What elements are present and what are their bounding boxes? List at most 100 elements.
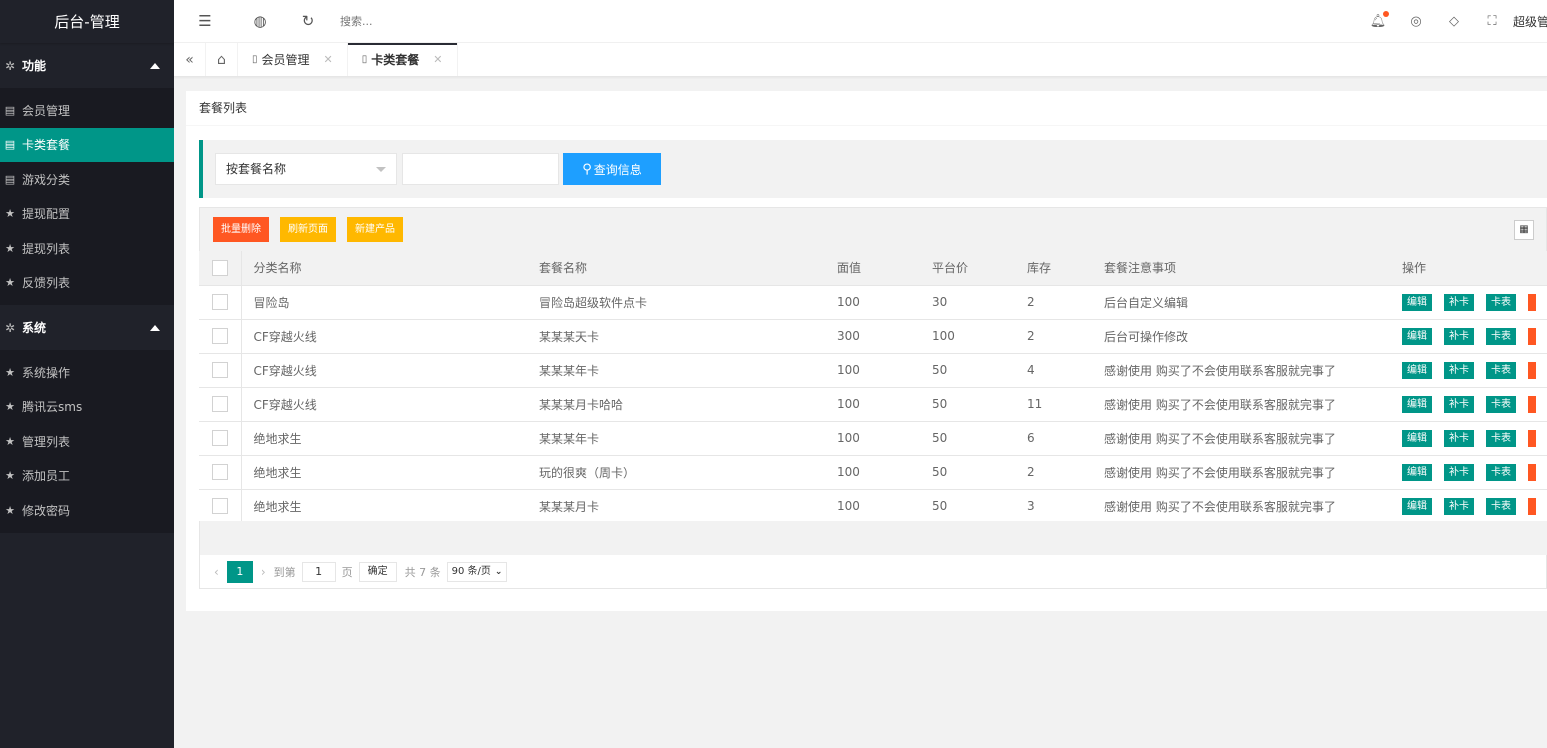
new-product-button[interactable]: 新建产品 bbox=[347, 217, 403, 242]
card-list-button[interactable]: 卡表 bbox=[1486, 395, 1516, 413]
search-field-select[interactable]: 按套餐名称 bbox=[215, 153, 397, 185]
edit-button[interactable]: 编辑 bbox=[1402, 463, 1432, 481]
table-row[interactable]: CF穿越火线 某某某月卡哈哈 100 50 11 感谢使用 购买了不会使用联系客服就完事了… bbox=[199, 387, 1547, 422]
doc-icon: ▤ bbox=[4, 138, 16, 152]
theme-icon[interactable]: ◎ bbox=[1397, 14, 1435, 29]
refresh-page-button[interactable]: 刷新页面 bbox=[280, 217, 336, 242]
delete-button[interactable] bbox=[1528, 327, 1536, 345]
edit-button[interactable]: 编辑 bbox=[1402, 395, 1432, 413]
sidebar-item-label: 修改密码 bbox=[22, 503, 71, 518]
tag-icon[interactable]: ◇ bbox=[1435, 14, 1473, 29]
fullscreen-icon[interactable]: ⛶ bbox=[1473, 14, 1511, 29]
sidebar-item-label: 添加员工 bbox=[22, 469, 71, 484]
table-row[interactable]: 绝地求生 玩的很爽（周卡） 100 50 2 感谢使用 购买了不会使用联系客服就完事了 编辑… bbox=[199, 455, 1547, 490]
row-checkbox[interactable] bbox=[211, 294, 228, 310]
edit-button[interactable]: 编辑 bbox=[1402, 497, 1432, 515]
refill-card-button[interactable]: 补卡 bbox=[1444, 361, 1474, 379]
tabs-scroll-left-icon[interactable]: « bbox=[174, 43, 206, 76]
refill-card-button[interactable]: 补卡 bbox=[1444, 395, 1474, 413]
close-icon[interactable]: ✕ bbox=[324, 53, 333, 66]
goto-page-input[interactable]: 1 bbox=[301, 561, 336, 582]
sidebar-item-members[interactable]: ▤ 会员管理 bbox=[0, 93, 174, 128]
delete-button[interactable] bbox=[1528, 361, 1536, 379]
bell-icon[interactable]: 🔔︎ bbox=[1359, 11, 1397, 29]
sidebar-item-withdraw-list[interactable]: ★ 提现列表 bbox=[0, 231, 174, 266]
col-face-value[interactable]: 面值 bbox=[837, 251, 932, 286]
close-icon[interactable]: ✕ bbox=[433, 53, 442, 66]
nav-group-system[interactable]: ✲ 系统 bbox=[0, 305, 174, 350]
card-list-button[interactable]: 卡表 bbox=[1486, 327, 1516, 345]
sidebar-item-change-password[interactable]: ★ 修改密码 bbox=[0, 493, 174, 528]
col-category[interactable]: 分类名称 bbox=[241, 251, 539, 286]
tab-members[interactable]: ▯ 会员管理 ✕ bbox=[238, 43, 348, 76]
card-list-button[interactable]: 卡表 bbox=[1486, 293, 1516, 311]
sidebar-item-tencent-sms[interactable]: ★ 腾讯云sms bbox=[0, 390, 174, 425]
row-checkbox[interactable] bbox=[211, 328, 228, 344]
col-platform-price[interactable]: 平台价 bbox=[932, 251, 1027, 286]
edit-button[interactable]: 编辑 bbox=[1402, 327, 1432, 345]
search-input[interactable] bbox=[402, 153, 559, 185]
col-notes[interactable]: 套餐注意事项 bbox=[1104, 251, 1402, 286]
card-list-button[interactable]: 卡表 bbox=[1486, 361, 1516, 379]
batch-delete-button[interactable]: 批量删除 bbox=[213, 217, 269, 242]
card-list-button[interactable]: 卡表 bbox=[1486, 429, 1516, 447]
table-row[interactable]: 绝地求生 某某某月卡 100 50 3 感谢使用 购买了不会使用联系客服就完事了 编辑 补卡卡… bbox=[199, 489, 1547, 524]
columns-filter-icon[interactable]: ▦ bbox=[1514, 220, 1534, 240]
row-checkbox[interactable] bbox=[211, 498, 228, 514]
cell-face-value: 300 bbox=[837, 319, 932, 354]
refill-card-button[interactable]: 补卡 bbox=[1444, 429, 1474, 447]
delete-button[interactable] bbox=[1528, 293, 1536, 311]
edit-button[interactable]: 编辑 bbox=[1402, 429, 1432, 447]
table-row[interactable]: 绝地求生 某某某年卡 100 50 6 感谢使用 购买了不会使用联系客服就完事了 编辑 补卡卡… bbox=[199, 421, 1547, 456]
edit-button[interactable]: 编辑 bbox=[1402, 293, 1432, 311]
sidebar-item-game-categories[interactable]: ▤ 游戏分类 bbox=[0, 162, 174, 197]
refresh-icon[interactable]: ↻ bbox=[284, 0, 332, 43]
refill-card-button[interactable]: 补卡 bbox=[1444, 463, 1474, 481]
app-logo[interactable]: 后台-管理 bbox=[0, 0, 174, 43]
refill-card-button[interactable]: 补卡 bbox=[1444, 497, 1474, 515]
sidebar-item-add-staff[interactable]: ★ 添加员工 bbox=[0, 459, 174, 494]
row-checkbox[interactable] bbox=[211, 396, 228, 412]
card-list-button[interactable]: 卡表 bbox=[1486, 497, 1516, 515]
refill-card-button[interactable]: 补卡 bbox=[1444, 293, 1474, 311]
cell-category: CF穿越火线 bbox=[241, 387, 539, 422]
table-row[interactable]: CF穿越火线 某某某年卡 100 50 4 感谢使用 购买了不会使用联系客服就完事了 编辑补… bbox=[199, 353, 1547, 388]
delete-button[interactable] bbox=[1528, 463, 1536, 481]
col-stock[interactable]: 库存 bbox=[1027, 251, 1104, 286]
sidebar-item-card-packages[interactable]: ▤ 卡类套餐 bbox=[0, 127, 174, 162]
nav-group-functions[interactable]: ✲ 功能 bbox=[0, 43, 174, 88]
sidebar-item-admin-list[interactable]: ★ 管理列表 bbox=[0, 424, 174, 459]
col-name[interactable]: 套餐名称 bbox=[539, 251, 837, 286]
edit-button[interactable]: 编辑 bbox=[1402, 361, 1432, 379]
row-checkbox[interactable] bbox=[211, 362, 228, 378]
sidebar-item-withdraw-config[interactable]: ★ 提现配置 bbox=[0, 197, 174, 232]
query-button[interactable]: ⚲ 查询信息 bbox=[563, 153, 661, 185]
header-search-input[interactable] bbox=[340, 14, 500, 28]
row-checkbox[interactable] bbox=[211, 464, 228, 480]
header-right-tools: 🔔︎ ◎ ◇ ⛶ 超级管 bbox=[1359, 0, 1547, 43]
card-list-button[interactable]: 卡表 bbox=[1486, 463, 1516, 481]
page-tabs: « ⌂ ▯ 会员管理 ✕ ▯ 卡类套餐 ✕ bbox=[174, 43, 1547, 77]
goto-confirm-button[interactable]: 确定 bbox=[358, 561, 397, 582]
table-row[interactable]: CF穿越火线 某某某天卡 300 100 2 后台可操作修改 编辑 补卡 卡表 bbox=[199, 319, 1547, 354]
sidebar-item-label: 提现列表 bbox=[22, 241, 71, 256]
page-size-select[interactable]: 90 条/页 ⌄ bbox=[446, 561, 508, 582]
sidebar-item-system-ops[interactable]: ★ 系统操作 bbox=[0, 355, 174, 390]
delete-button[interactable] bbox=[1528, 395, 1536, 413]
table-row[interactable]: 冒险岛 冒险岛超级软件点卡 100 30 2 后台自定义编辑 编辑 补卡 卡表 bbox=[199, 285, 1547, 320]
next-page-icon[interactable]: › bbox=[261, 565, 266, 579]
sidebar-item-label: 管理列表 bbox=[22, 434, 71, 449]
user-menu[interactable]: 超级管 bbox=[1513, 13, 1547, 30]
delete-button[interactable] bbox=[1528, 429, 1536, 447]
menu-toggle-icon[interactable]: ☰ bbox=[174, 0, 236, 43]
tab-card-packages[interactable]: ▯ 卡类套餐 ✕ bbox=[347, 43, 458, 76]
refill-card-button[interactable]: 补卡 bbox=[1444, 327, 1474, 345]
sidebar-item-feedback-list[interactable]: ★ 反馈列表 bbox=[0, 266, 174, 301]
select-all-checkbox[interactable] bbox=[211, 259, 228, 276]
prev-page-icon[interactable]: ‹ bbox=[214, 565, 219, 579]
row-checkbox[interactable] bbox=[211, 430, 228, 446]
page-current[interactable]: 1 bbox=[226, 560, 253, 583]
home-icon[interactable]: ⌂ bbox=[206, 43, 238, 76]
globe-icon[interactable]: ◍ bbox=[236, 0, 284, 43]
delete-button[interactable] bbox=[1528, 497, 1536, 515]
